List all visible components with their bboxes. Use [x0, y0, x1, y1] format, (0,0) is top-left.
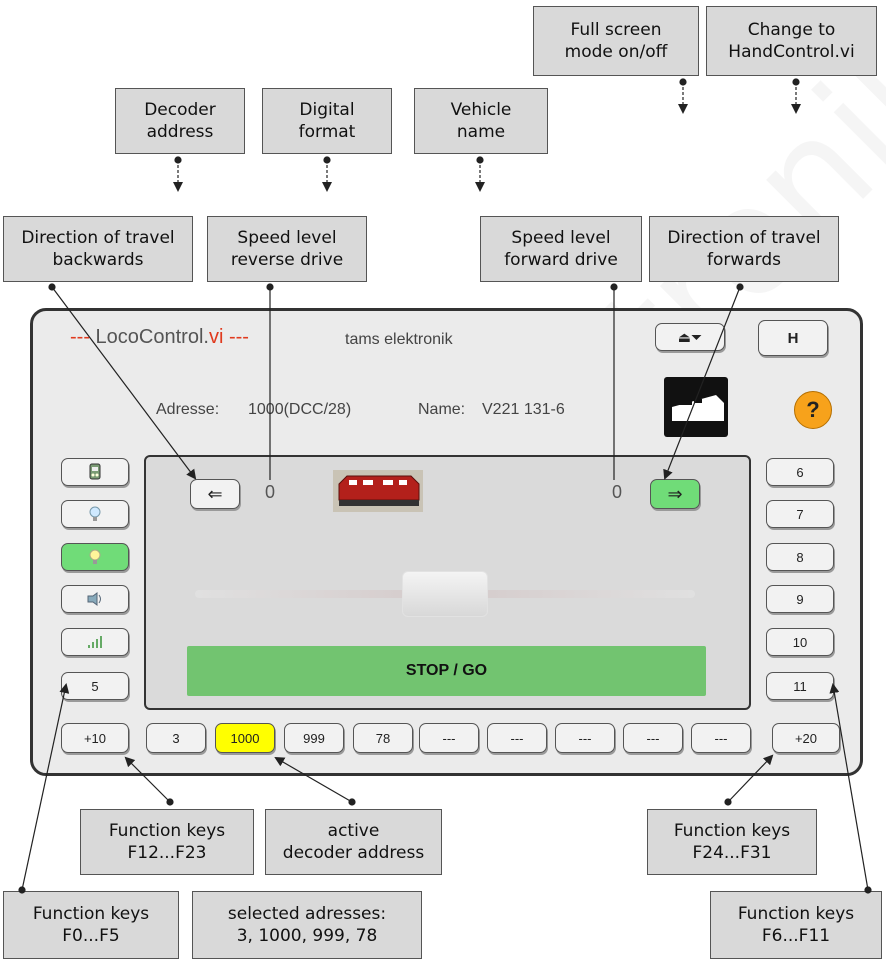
loco-light-icon	[89, 463, 101, 480]
title-ext: vi	[208, 326, 224, 348]
fkey-f7[interactable]: 7	[766, 500, 834, 528]
help-button[interactable]: ?	[794, 391, 832, 429]
address-slot-6[interactable]: ---	[487, 723, 547, 753]
address-slot-8[interactable]: ---	[623, 723, 683, 753]
fkey-f10[interactable]: 10	[766, 628, 834, 656]
callout-active-address: active decoder address	[265, 809, 442, 875]
callout-fk-f12-f23: Function keys F12...F23	[80, 809, 254, 875]
address-slot-1[interactable]: 3	[146, 723, 206, 753]
address-slot-7[interactable]: ---	[555, 723, 615, 753]
fkey-f6[interactable]: 6	[766, 458, 834, 486]
sound-icon	[87, 592, 101, 606]
fkey-f8[interactable]: 8	[766, 543, 834, 571]
callout-handcontrol: Change to HandControl.vi	[706, 6, 877, 76]
fkey-f1[interactable]	[61, 500, 129, 528]
app-title: --- LocoControl.vi ---	[70, 326, 249, 349]
bulb-icon	[89, 506, 101, 521]
address-value: 1000(DCC/28)	[248, 401, 352, 418]
speed-forward-value: 0	[612, 482, 623, 502]
arrow-right-icon: ⇒	[667, 483, 683, 504]
fkey-f5[interactable]: 5	[61, 672, 129, 700]
callout-fullscreen: Full screen mode on/off	[533, 6, 699, 76]
handcontrol-button[interactable]: H	[758, 320, 828, 356]
help-icon: ?	[806, 397, 820, 422]
callout-fk-f0-f5: Function keys F0...F5	[3, 891, 179, 959]
address-slot-9[interactable]: ---	[691, 723, 751, 753]
address-slot-5[interactable]: ---	[419, 723, 479, 753]
fkey-f2[interactable]	[61, 543, 129, 571]
bulb-icon	[89, 549, 101, 564]
signal-icon	[88, 636, 102, 648]
fkey-f0[interactable]	[61, 458, 129, 486]
address-slot-4[interactable]: 78	[353, 723, 413, 753]
vehicle-image	[333, 470, 423, 512]
address-slot-3[interactable]: 999	[284, 723, 344, 753]
arrow-left-icon: ⇐	[207, 483, 223, 504]
eject-icon: ⏏⏷	[677, 328, 703, 345]
fkey-f9[interactable]: 9	[766, 585, 834, 613]
speed-slider-knob[interactable]	[402, 571, 488, 617]
fkey-f4[interactable]	[61, 628, 129, 656]
vehicle-icon	[664, 377, 728, 437]
plus20-button[interactable]: +20	[772, 723, 840, 753]
name-label: Name:	[418, 401, 466, 418]
title-dashes-left: ---	[70, 326, 90, 348]
direction-backwards-button[interactable]: ⇐	[190, 479, 240, 509]
fullscreen-button[interactable]: ⏏⏷	[655, 323, 725, 351]
title-dashes-right: ---	[228, 326, 249, 348]
callout-vehicle-name: Vehicle name	[414, 88, 548, 154]
fkey-f11[interactable]: 11	[766, 672, 834, 700]
callout-fk-f6-f11: Function keys F6...F11	[710, 891, 882, 959]
callout-decoder-address: Decoder address	[115, 88, 245, 154]
callout-speed-forward: Speed level forward drive	[480, 216, 642, 282]
fkey-f3[interactable]	[61, 585, 129, 613]
callout-fk-f24-f31: Function keys F24...F31	[647, 809, 817, 875]
brand-label: tams elektronik	[345, 331, 453, 348]
callout-speed-reverse: Speed level reverse drive	[207, 216, 367, 282]
callout-selected-addresses: selected adresses: 3, 1000, 999, 78	[192, 891, 422, 959]
callout-digital-format: Digital format	[262, 88, 392, 154]
address-label: Adresse:	[156, 401, 220, 418]
callout-dir-forwards: Direction of travel forwards	[649, 216, 839, 282]
direction-forwards-button[interactable]: ⇒	[650, 479, 700, 509]
callout-dir-backwards: Direction of travel backwards	[3, 216, 193, 282]
speed-reverse-value: 0	[265, 482, 276, 502]
plus10-button[interactable]: +10	[61, 723, 129, 753]
title-main: LocoControl.	[95, 326, 209, 348]
stop-go-button[interactable]: STOP / GO	[187, 646, 706, 696]
name-value: V221 131-6	[482, 401, 565, 418]
address-slot-2[interactable]: 1000	[215, 723, 275, 753]
